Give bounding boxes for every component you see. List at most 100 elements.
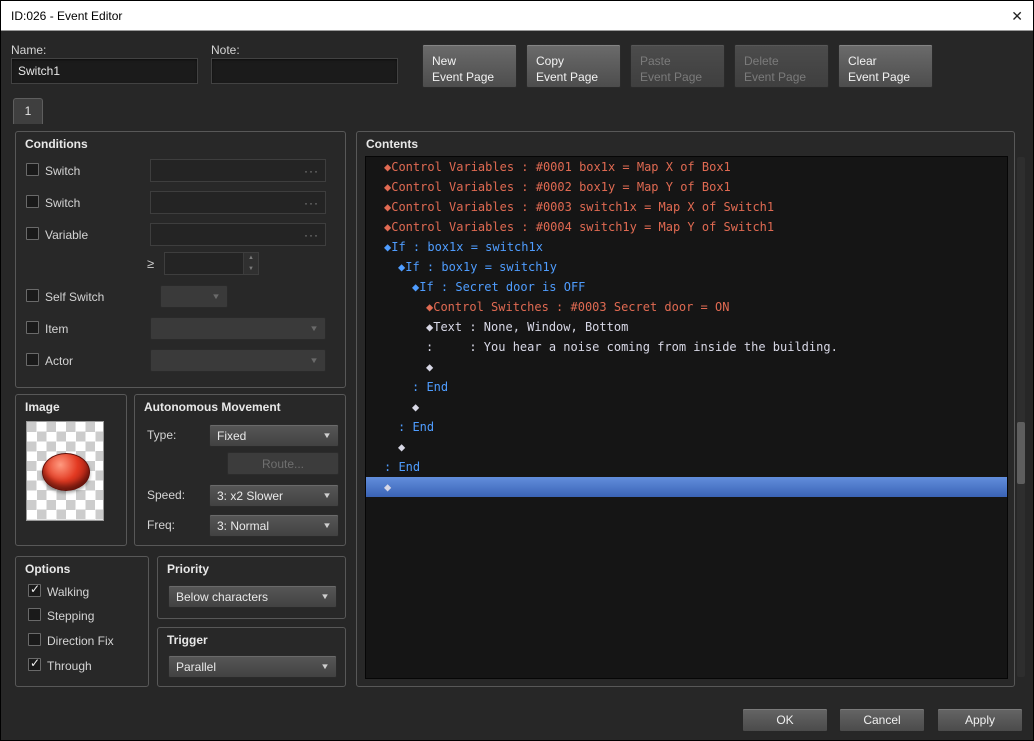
conditions-title: Conditions	[25, 137, 88, 151]
name-input[interactable]: Switch1	[11, 58, 198, 84]
image-group: Image	[15, 394, 127, 546]
movement-speed-dropdown[interactable]: 3: x2 Slower ▼	[209, 484, 339, 507]
tab-page-1[interactable]: 1	[13, 98, 43, 124]
scrollbar-thumb[interactable]	[1017, 422, 1025, 484]
item-dropdown[interactable]: ▼	[150, 317, 326, 340]
event-command-line[interactable]: ◆If : box1x = switch1x	[366, 237, 1007, 257]
item-checkbox[interactable]: ✓	[26, 321, 39, 334]
event-command-line[interactable]: : End	[366, 457, 1007, 477]
checkmark-icon: ✓	[30, 656, 41, 670]
actor-checkbox[interactable]: ✓	[26, 353, 39, 366]
movement-type-dropdown[interactable]: Fixed ▼	[209, 424, 339, 447]
cancel-button[interactable]: Cancel	[839, 708, 925, 732]
event-command-line[interactable]: ◆Text : None, Window, Bottom	[366, 317, 1007, 337]
button-label: Clear	[848, 54, 877, 68]
browse-ellipsis-icon[interactable]: ···	[304, 228, 319, 242]
event-command-line[interactable]: ◆	[366, 397, 1007, 417]
button-label: Event Page	[640, 70, 703, 84]
stepping-label: Stepping	[47, 609, 95, 623]
chevron-down-icon: ▼	[309, 356, 319, 365]
self-switch-checkbox[interactable]: ✓	[26, 289, 39, 302]
event-command-line[interactable]: ◆Control Variables : #0002 box1y = Map Y…	[366, 177, 1007, 197]
checkmark-icon: ✓	[30, 582, 41, 596]
gte-symbol: ≥	[147, 256, 155, 271]
freq-label: Freq:	[147, 518, 176, 532]
button-label: Event Page	[536, 70, 599, 84]
event-command-line[interactable]: ◆Control Variables : #0003 switch1x = Ma…	[366, 197, 1007, 217]
self-switch-dropdown[interactable]: ▼	[160, 285, 228, 308]
name-label: Name:	[11, 43, 47, 57]
direction-fix-checkbox[interactable]: ✓	[28, 633, 41, 646]
new-event-page-button[interactable]: New Event Page	[422, 44, 517, 88]
through-checkbox[interactable]: ✓	[28, 656, 41, 671]
walking-checkbox[interactable]: ✓	[28, 582, 41, 597]
actor-dropdown[interactable]: ▼	[150, 349, 326, 372]
spinner-buttons[interactable]: ▲ ▼	[243, 253, 258, 274]
spinner-up-icon[interactable]: ▲	[244, 253, 258, 264]
chevron-down-icon: ▼	[322, 491, 332, 500]
switch2-field[interactable]: ···	[150, 191, 326, 214]
copy-event-page-button[interactable]: Copy Event Page	[526, 44, 621, 88]
movement-type-value: Fixed	[217, 428, 247, 443]
event-command-line[interactable]: ◆Control Variables : #0004 switch1y = Ma…	[366, 217, 1007, 237]
trigger-dropdown[interactable]: Parallel ▼	[168, 655, 337, 678]
event-command-line[interactable]: ◆If : box1y = switch1y	[366, 257, 1007, 277]
priority-dropdown[interactable]: Below characters ▼	[168, 585, 337, 608]
variable-field[interactable]: ···	[150, 223, 326, 246]
button-label: Event Page	[744, 70, 807, 84]
apply-button[interactable]: Apply	[937, 708, 1023, 732]
event-command-line[interactable]: ◆	[366, 477, 1007, 497]
route-button[interactable]: Route...	[227, 452, 339, 475]
event-command-line[interactable]: : End	[366, 417, 1007, 437]
movement-freq-value: 3: Normal	[217, 518, 270, 533]
event-command-line[interactable]: ◆	[366, 357, 1007, 377]
paste-event-page-button[interactable]: Paste Event Page	[630, 44, 725, 88]
chevron-down-icon: ▼	[211, 292, 221, 301]
name-value: Switch1	[18, 64, 61, 78]
switch2-checkbox[interactable]: ✓	[26, 195, 39, 208]
priority-title: Priority	[167, 562, 210, 576]
contents-title: Contents	[366, 137, 418, 151]
button-label: Event Page	[848, 70, 911, 84]
switch1-checkbox[interactable]: ✓	[26, 163, 39, 176]
button-label: New	[432, 54, 457, 68]
event-command-line[interactable]: ◆Control Variables : #0001 box1x = Map X…	[366, 157, 1007, 177]
movement-freq-dropdown[interactable]: 3: Normal ▼	[209, 514, 339, 537]
spinner-value	[165, 253, 243, 274]
direction-fix-label: Direction Fix	[47, 634, 114, 648]
window-title: ID:026 - Event Editor	[11, 9, 123, 23]
walking-label: Walking	[47, 585, 90, 599]
actor-label: Actor	[45, 354, 74, 368]
spinner-down-icon[interactable]: ▼	[244, 264, 258, 275]
button-label: Event Page	[432, 70, 495, 84]
variable-value-spinner[interactable]: ▲ ▼	[164, 252, 259, 275]
chevron-down-icon: ▼	[322, 521, 332, 530]
browse-ellipsis-icon[interactable]: ···	[304, 196, 319, 210]
variable-label: Variable	[45, 228, 89, 242]
chevron-down-icon: ▼	[320, 592, 330, 601]
event-image-thumbnail[interactable]	[26, 421, 104, 521]
event-command-list[interactable]: ◆Control Variables : #0001 box1x = Map X…	[365, 156, 1008, 679]
event-command-line[interactable]: ◆	[366, 437, 1007, 457]
options-title: Options	[25, 562, 71, 576]
variable-checkbox[interactable]: ✓	[26, 227, 39, 240]
event-command-line[interactable]: : : You hear a noise coming from inside …	[366, 337, 1007, 357]
chevron-down-icon: ▼	[309, 324, 319, 333]
priority-value: Below characters	[176, 589, 269, 604]
browse-ellipsis-icon[interactable]: ···	[304, 164, 319, 178]
event-command-line[interactable]: : End	[366, 377, 1007, 397]
contents-scrollbar[interactable]	[1017, 157, 1025, 677]
self-switch-label: Self Switch	[45, 290, 105, 304]
event-command-line[interactable]: ◆If : Secret door is OFF	[366, 277, 1007, 297]
delete-event-page-button[interactable]: Delete Event Page	[734, 44, 829, 88]
red-button-sprite	[42, 453, 90, 491]
switch1-field[interactable]: ···	[150, 159, 326, 182]
event-command-line[interactable]: ◆Control Switches : #0003 Secret door = …	[366, 297, 1007, 317]
trigger-group: Trigger Parallel ▼	[157, 627, 346, 687]
close-icon[interactable]: ✕	[1011, 8, 1023, 25]
chevron-down-icon: ▼	[322, 431, 332, 440]
ok-button[interactable]: OK	[742, 708, 828, 732]
note-input[interactable]	[211, 58, 398, 84]
clear-event-page-button[interactable]: Clear Event Page	[838, 44, 933, 88]
stepping-checkbox[interactable]: ✓	[28, 608, 41, 621]
